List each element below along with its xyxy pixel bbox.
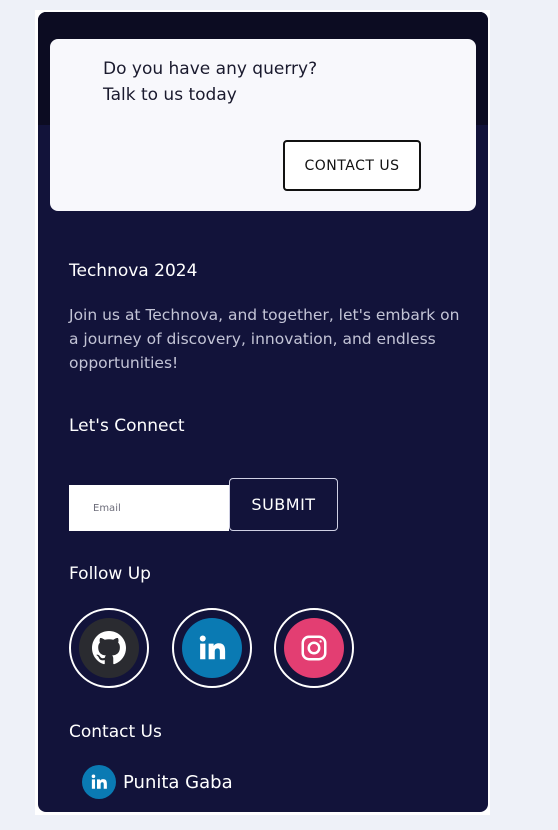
linkedin-link[interactable]	[172, 608, 252, 688]
github-icon	[79, 618, 139, 678]
contact-person-link[interactable]: Punita Gaba	[82, 765, 233, 799]
site-footer: Do you have any querry? Talk to us today…	[38, 12, 488, 812]
connect-heading: Let's Connect	[69, 416, 185, 436]
github-link[interactable]	[69, 608, 149, 688]
linkedin-icon	[82, 765, 116, 799]
query-subtext: Talk to us today	[103, 85, 237, 105]
linkedin-icon	[182, 618, 242, 678]
brand-title: Technova 2024	[69, 261, 198, 281]
query-question: Do you have any querry?	[103, 59, 318, 79]
brand-description: Join us at Technova, and together, let's…	[69, 306, 460, 372]
contact-us-button[interactable]: CONTACT US	[283, 140, 421, 191]
submit-button[interactable]: SUBMIT	[229, 478, 338, 531]
contact-heading: Contact Us	[69, 722, 162, 742]
follow-heading: Follow Up	[69, 564, 151, 584]
instagram-link[interactable]	[274, 608, 354, 688]
instagram-icon	[284, 618, 344, 678]
email-input[interactable]	[69, 485, 229, 531]
query-card: Do you have any querry? Talk to us today…	[50, 39, 476, 211]
contact-person-name: Punita Gaba	[123, 771, 233, 793]
